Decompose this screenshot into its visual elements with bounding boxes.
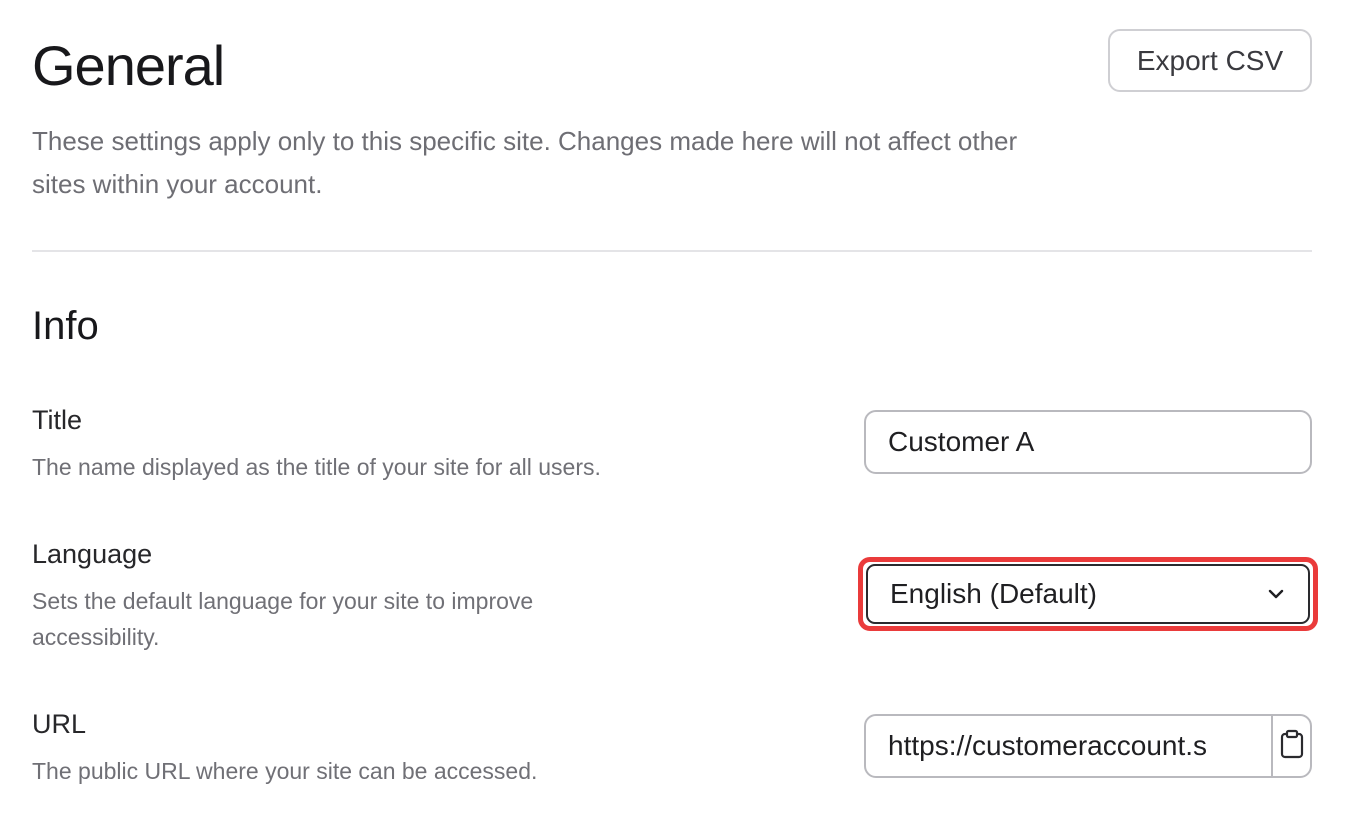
language-select[interactable]: English (Default) [866, 564, 1310, 624]
url-input[interactable] [866, 716, 1273, 776]
language-field-help: Sets the default language for your site … [32, 588, 534, 650]
url-field-help: The public URL where your site can be ac… [32, 758, 538, 784]
clipboard-icon [1279, 729, 1305, 764]
title-field-label: Title [32, 405, 83, 435]
url-field-label: URL [32, 709, 87, 739]
page-title: General [32, 34, 225, 97]
page-description: These settings apply only to this specif… [32, 126, 1018, 199]
section-divider [32, 250, 1312, 252]
export-csv-button[interactable]: Export CSV [1108, 29, 1312, 92]
copy-url-button[interactable] [1273, 716, 1310, 776]
url-field-group [864, 714, 1312, 778]
language-select-value: English (Default) [890, 578, 1097, 609]
title-input[interactable] [864, 410, 1312, 474]
section-title-info: Info [32, 304, 99, 348]
chevron-down-icon [1266, 584, 1286, 604]
title-field-help: The name displayed as the title of your … [32, 454, 601, 480]
language-field-label: Language [32, 539, 153, 569]
